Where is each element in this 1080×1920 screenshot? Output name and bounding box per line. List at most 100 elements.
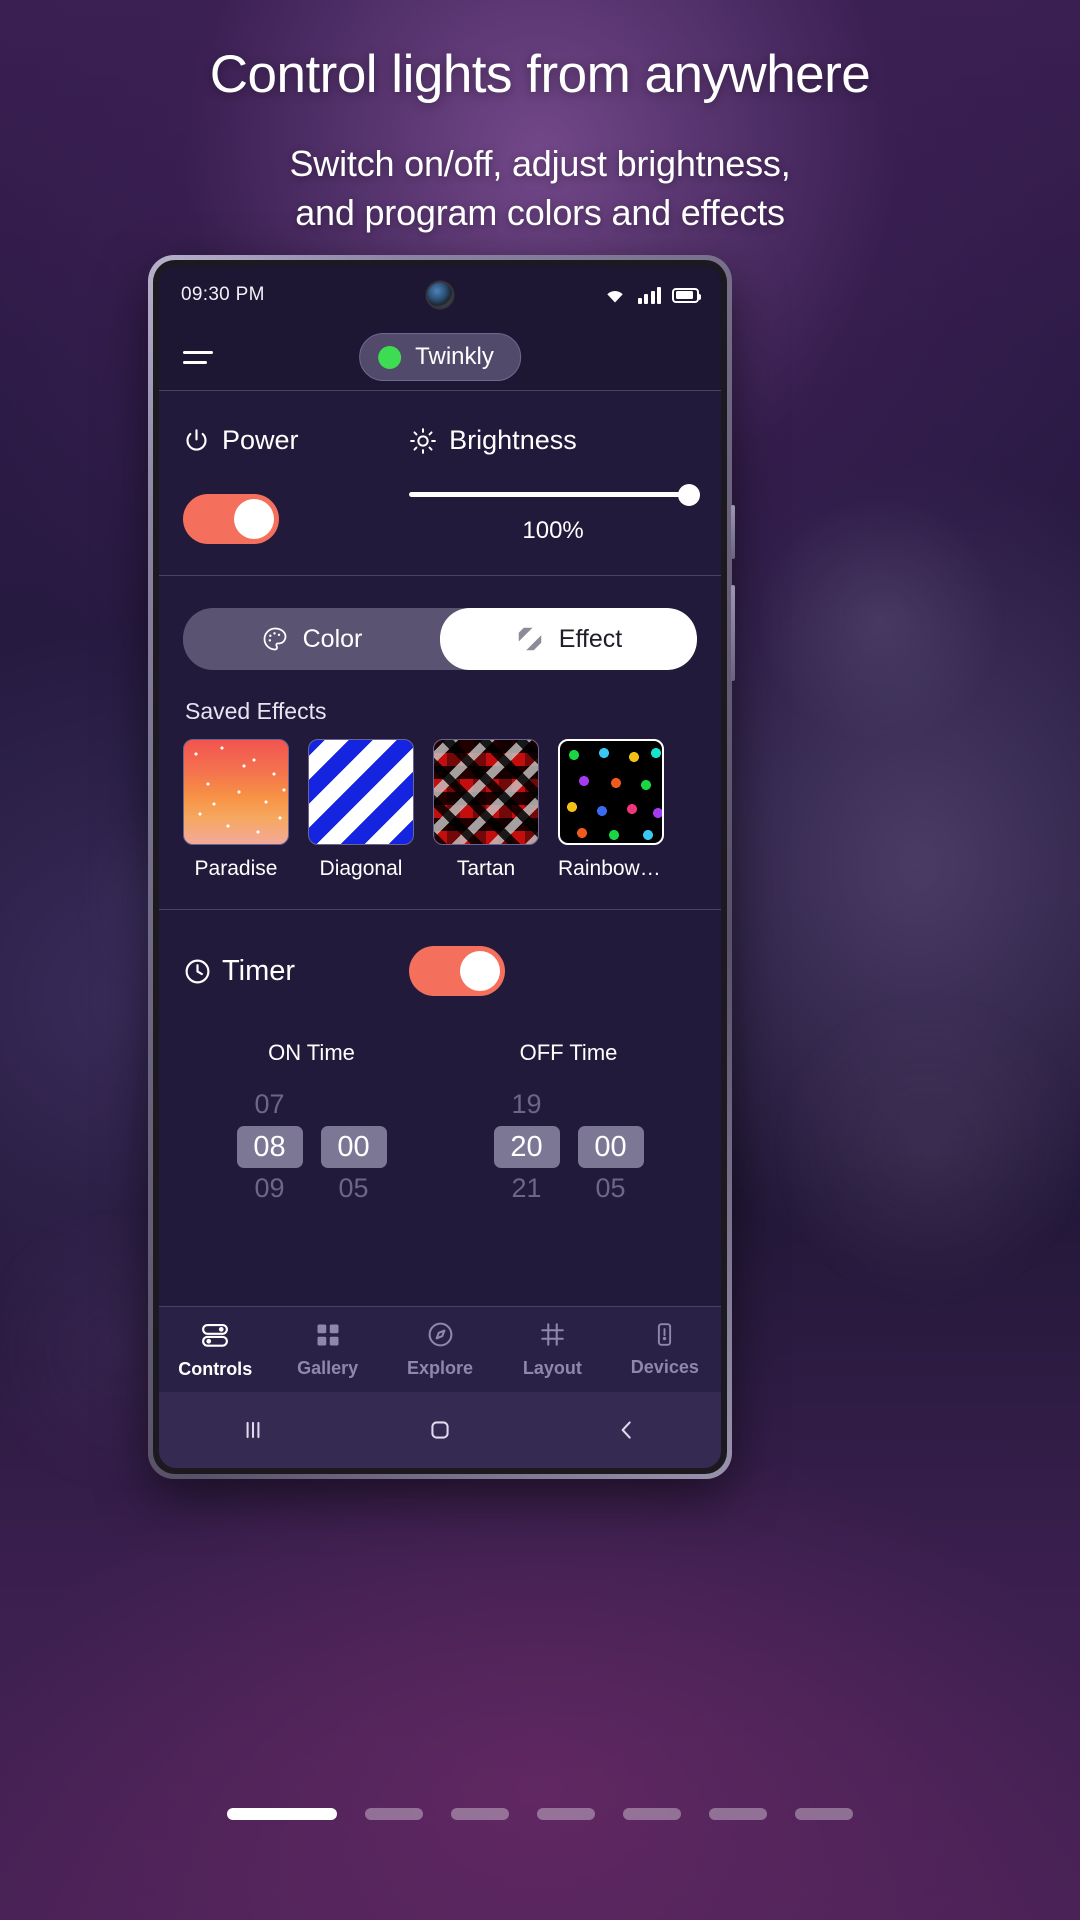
on-hour-prev: 07: [254, 1089, 285, 1119]
compass-icon: [426, 1320, 455, 1349]
nav-label-gallery: Gallery: [297, 1357, 359, 1378]
off-time-title: OFF Time: [519, 1040, 618, 1065]
nav-label-layout: Layout: [522, 1358, 582, 1378]
grid-icon: [314, 1321, 342, 1349]
page-title: Control lights from anywhere: [209, 45, 871, 104]
tab-color[interactable]: Color: [183, 608, 440, 670]
effect-thumbnail[interactable]: [558, 739, 664, 845]
timer-toggle[interactable]: [409, 946, 506, 996]
subtitle-line-1: Switch on/off, adjust brightness,: [289, 143, 791, 184]
nav-item-devices[interactable]: Devices: [609, 1321, 721, 1378]
mode-effects-section: Color Effect Saved Effects Paradise Diag…: [159, 575, 721, 909]
brightness-label: Brightness: [449, 425, 577, 455]
power-brightness-controls: 100%: [183, 483, 700, 545]
effect-item[interactable]: Tartan: [433, 739, 539, 881]
volume-button: [731, 505, 735, 559]
off-hour-wheel[interactable]: 19 20 21: [493, 1084, 560, 1210]
power-brightness-section: Power Brightness 100%: [159, 390, 721, 575]
on-minute-next: 05: [338, 1173, 369, 1204]
carousel-dot-active[interactable]: [227, 1808, 337, 1820]
power-icon: [183, 427, 210, 454]
brightness-sun-icon: [409, 427, 437, 455]
nav-item-explore[interactable]: Explore: [384, 1320, 496, 1379]
off-minute-next: 05: [595, 1173, 626, 1204]
status-time: 09:30 PM: [181, 284, 265, 305]
brightness-slider[interactable]: [409, 483, 700, 506]
carousel-dot[interactable]: [451, 1808, 509, 1820]
home-icon[interactable]: [346, 1417, 533, 1443]
device-selector-chip[interactable]: Twinkly: [359, 333, 521, 381]
device-name-label: Twinkly: [415, 343, 494, 370]
tab-color-label: Color: [302, 624, 363, 653]
clock-icon: [183, 957, 212, 986]
power-toggle[interactable]: [183, 493, 279, 544]
power-button-hardware: [731, 585, 735, 681]
tab-effect-label: Effect: [558, 624, 623, 653]
effect-item[interactable]: Paradise: [183, 739, 289, 881]
effect-label: Tartan: [456, 857, 516, 880]
status-bar: 09:30 PM: [159, 266, 721, 324]
on-minute-wheel[interactable]: 00 05: [320, 1084, 387, 1210]
phone-screen: 09:30 PM Twinkly Power Brightness 100% C…: [159, 266, 721, 1468]
app-header: Twinkly: [159, 324, 721, 390]
carousel-dot[interactable]: [709, 1808, 767, 1820]
carousel-dot[interactable]: [795, 1808, 853, 1820]
timer-header: Timer: [183, 946, 697, 996]
effect-label: Rainbow R...: [558, 857, 664, 880]
nav-label-controls: Controls: [178, 1358, 253, 1379]
brightness-slider-thumb[interactable]: [678, 483, 700, 506]
timer-pickers: ON Time 07 08 09 00 05 OFF Time 19 20 21…: [183, 1040, 697, 1210]
phone-mockup: 09:30 PM Twinkly Power Brightness 100% C…: [148, 255, 735, 1479]
cellular-signal-icon: [637, 286, 661, 304]
effect-item[interactable]: Diagonal: [308, 739, 414, 881]
brightness-value: 100%: [522, 517, 584, 544]
hamburger-menu-icon[interactable]: [183, 350, 213, 364]
saved-effects-title: Saved Effects: [185, 698, 327, 724]
off-time-column: OFF Time 19 20 21 00 05: [440, 1040, 697, 1210]
off-hour-selected: 20: [493, 1125, 560, 1169]
subtitle-line-2: and program colors and effects: [295, 191, 785, 233]
off-minute-prev: [578, 1084, 644, 1126]
effect-label: Paradise: [194, 857, 278, 880]
saved-effects-list: Paradise Diagonal Tartan Rainbow R.: [183, 739, 697, 881]
battery-icon: [672, 287, 701, 303]
carousel-dot[interactable]: [537, 1808, 595, 1820]
nav-item-layout[interactable]: Layout: [496, 1320, 608, 1379]
effect-thumbnail[interactable]: [308, 739, 414, 845]
off-minute-selected: 00: [577, 1125, 644, 1169]
hash-grid-icon: [538, 1320, 567, 1349]
carousel-dot[interactable]: [365, 1808, 423, 1820]
front-camera: [427, 282, 453, 308]
nav-label-devices: Devices: [630, 1357, 699, 1377]
carousel-dot[interactable]: [623, 1808, 681, 1820]
nav-label-explore: Explore: [407, 1358, 474, 1378]
on-time-column: ON Time 07 08 09 00 05: [183, 1040, 440, 1210]
effect-item[interactable]: Rainbow R...: [558, 739, 664, 881]
on-time-wheels: 07 08 09 00 05: [183, 1084, 440, 1210]
palette-icon: [261, 625, 289, 653]
status-icons: [603, 286, 701, 304]
device-icon: [651, 1321, 678, 1348]
back-icon[interactable]: [534, 1417, 721, 1443]
on-hour-wheel[interactable]: 07 08 09: [236, 1084, 303, 1210]
timer-label-group: Timer: [183, 955, 409, 988]
effect-thumbnail[interactable]: [433, 739, 539, 845]
power-label: Power: [222, 425, 299, 455]
effect-thumbnail[interactable]: [183, 739, 289, 845]
wifi-icon: [603, 286, 627, 304]
off-hour-next: 21: [511, 1173, 542, 1204]
effect-stripes-icon: [515, 624, 545, 654]
on-hour-selected: 08: [236, 1125, 303, 1169]
nav-item-gallery[interactable]: Gallery: [271, 1321, 383, 1379]
timer-label: Timer: [222, 954, 296, 987]
tab-effect[interactable]: Effect: [440, 608, 697, 670]
off-hour-prev: 19: [511, 1089, 542, 1119]
off-minute-wheel[interactable]: 00 05: [577, 1084, 644, 1210]
on-minute-prev: [321, 1084, 387, 1126]
power-label-group: Power: [183, 425, 409, 456]
mode-tabs: Color Effect: [183, 608, 697, 670]
effect-label: Diagonal: [319, 857, 403, 880]
nav-item-controls[interactable]: Controls: [159, 1320, 271, 1380]
app-content: Power Brightness 100% Color Effect Saved…: [159, 390, 721, 1468]
recents-icon[interactable]: [159, 1417, 346, 1443]
